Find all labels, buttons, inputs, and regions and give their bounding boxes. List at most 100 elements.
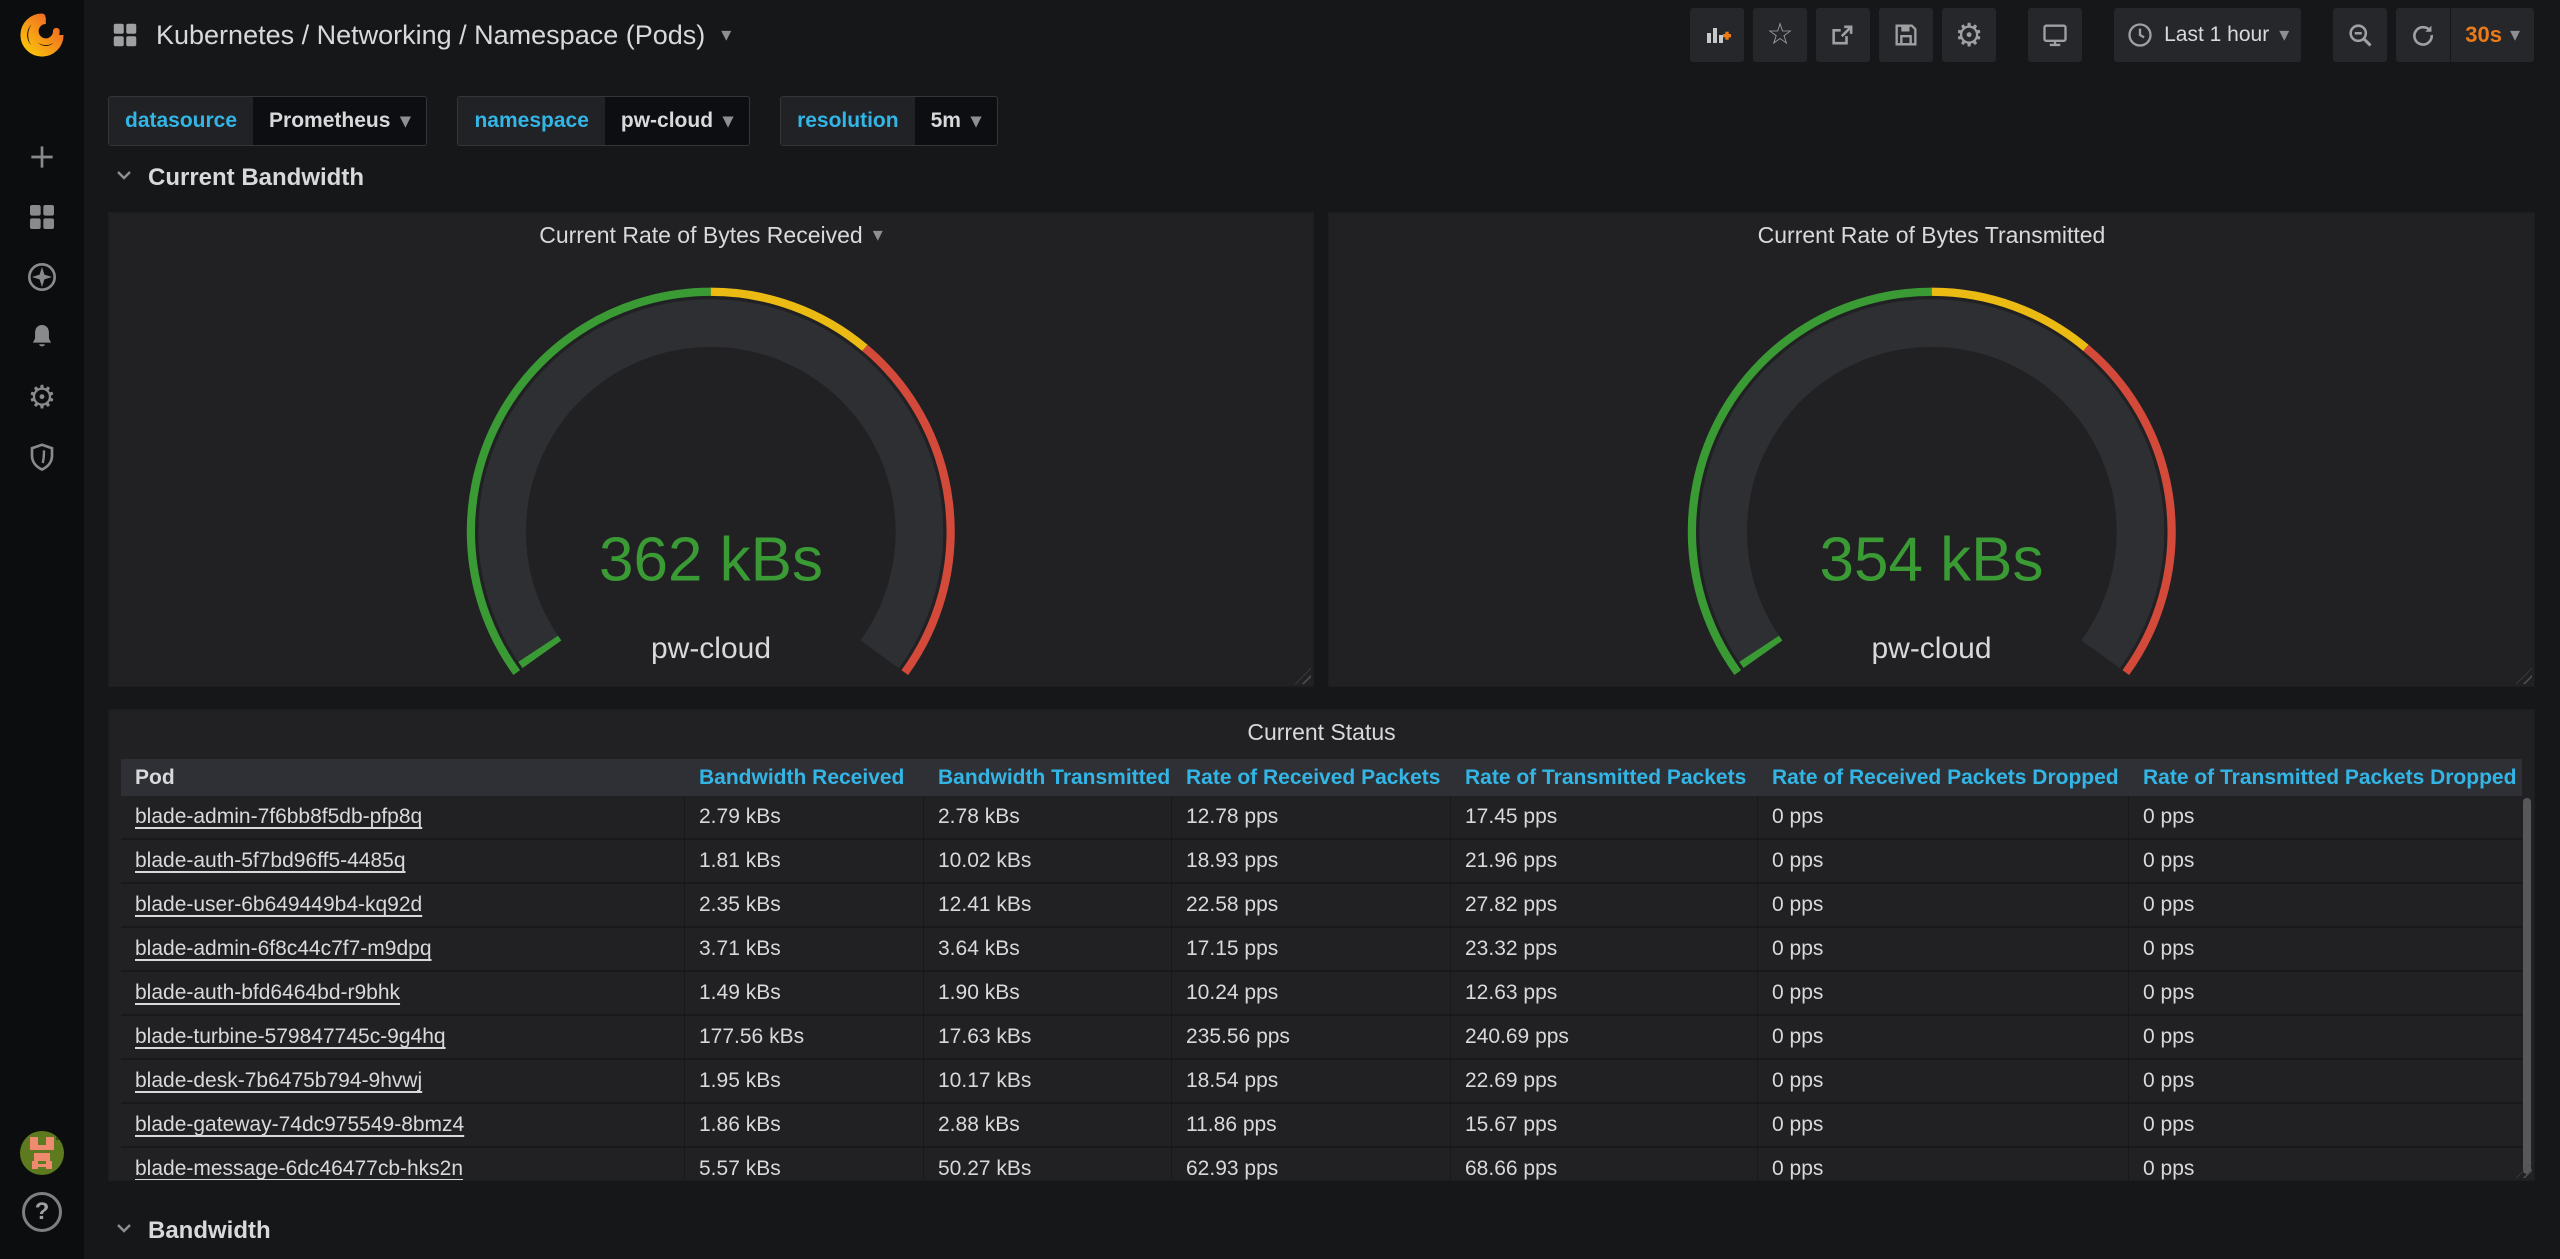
cell-bandwidth-transmitted: 2.78 kBs (924, 796, 1172, 838)
pod-link[interactable]: blade-admin-7f6bb8f5db-pfp8q (135, 805, 422, 829)
table-body: blade-admin-7f6bb8f5db-pfp8q 2.79 kBs 2.… (121, 796, 2522, 1180)
cell-bandwidth-received: 2.79 kBs (685, 796, 924, 838)
panel-bytes-received: Current Rate of Bytes Received ▾ 362 kBs… (108, 212, 1314, 687)
add-panel-button[interactable] (1690, 8, 1744, 62)
refresh-now-button[interactable] (2396, 8, 2450, 62)
cell-rate-received-packets: 11.86 pps (1172, 1104, 1451, 1146)
cell-bandwidth-transmitted: 17.63 kBs (924, 1016, 1172, 1058)
gauge-arc (1584, 257, 2280, 678)
cell-rate-transmitted-packets: 15.67 pps (1451, 1104, 1758, 1146)
cell-rate-transmitted-dropped: 0 pps (2129, 928, 2522, 970)
pod-link[interactable]: blade-auth-bfd6464bd-r9bhk (135, 981, 400, 1005)
pod-link[interactable]: blade-message-6dc46477cb-hks2n (135, 1157, 463, 1180)
cell-bandwidth-transmitted: 3.64 kBs (924, 928, 1172, 970)
variable-resolution-dropdown[interactable]: 5m ▾ (915, 97, 997, 145)
cell-rate-transmitted-packets: 12.63 pps (1451, 972, 1758, 1014)
template-variables: datasource Prometheus ▾ namespace pw-clo… (108, 96, 998, 146)
dashboard-title-button[interactable]: Kubernetes / Networking / Namespace (Pod… (110, 20, 731, 51)
cell-rate-transmitted-dropped: 0 pps (2129, 884, 2522, 926)
pod-link[interactable]: blade-gateway-74dc975549-8bmz4 (135, 1113, 464, 1137)
table-row: blade-gateway-74dc975549-8bmz4 1.86 kBs … (121, 1104, 2522, 1148)
variable-namespace-dropdown[interactable]: pw-cloud ▾ (605, 97, 749, 145)
gauge-value: 354 kBs (1329, 525, 2534, 596)
grafana-logo[interactable] (0, 0, 84, 70)
column-header-rate-transmitted-dropped[interactable]: Rate of Transmitted Packets Dropped (2129, 766, 2522, 790)
gear-icon: ⚙ (1955, 19, 1984, 51)
cell-bandwidth-transmitted: 10.02 kBs (924, 840, 1172, 882)
sidebar-item-configuration-gear-icon[interactable]: ⚙ (25, 380, 59, 414)
row-title: Bandwidth (148, 1217, 271, 1245)
navbar-actions: ☆ ⚙ Last 1 hour ▾ 30s (1681, 8, 2534, 62)
user-avatar[interactable] (20, 1131, 64, 1175)
cell-bandwidth-transmitted: 10.17 kBs (924, 1060, 1172, 1102)
sidebar-item-explore-compass-icon[interactable] (25, 260, 59, 294)
cell-rate-transmitted-packets: 68.66 pps (1451, 1148, 1758, 1180)
share-dashboard-button[interactable] (1816, 8, 1870, 62)
gauge-arc (363, 257, 1059, 678)
pod-link[interactable]: blade-turbine-579847745c-9g4hq (135, 1025, 446, 1049)
cell-rate-received-packets: 10.24 pps (1172, 972, 1451, 1014)
sidebar-item-alerting-bell-icon[interactable] (25, 320, 59, 354)
pod-link[interactable]: blade-auth-5f7bd96ff5-4485q (135, 849, 406, 873)
table-row: blade-auth-5f7bd96ff5-4485q 1.81 kBs 10.… (121, 840, 2522, 884)
refresh-icon (2410, 22, 2436, 48)
help-button[interactable]: ? (22, 1192, 62, 1232)
column-header-bandwidth-received[interactable]: Bandwidth Received (685, 766, 924, 790)
sidebar-item-dashboards-icon[interactable] (25, 200, 59, 234)
table-scrollbar-thumb[interactable] (2523, 798, 2531, 1174)
dashboard-settings-button[interactable]: ⚙ (1942, 8, 1996, 62)
column-header-rate-transmitted-packets[interactable]: Rate of Transmitted Packets (1451, 766, 1758, 790)
column-header-rate-received-dropped[interactable]: Rate of Received Packets Dropped (1758, 766, 2129, 790)
cell-rate-received-dropped: 0 pps (1758, 1148, 2129, 1180)
pod-link[interactable]: blade-desk-7b6475b794-9hvwj (135, 1069, 422, 1093)
pod-link[interactable]: blade-admin-6f8c44c7f7-m9dpq (135, 937, 432, 961)
cell-bandwidth-received: 2.35 kBs (685, 884, 924, 926)
sidebar-item-create-plus-icon[interactable] (25, 140, 59, 174)
cell-rate-transmitted-packets: 22.69 pps (1451, 1060, 1758, 1102)
cell-rate-transmitted-packets: 27.82 pps (1451, 884, 1758, 926)
cell-rate-transmitted-dropped: 0 pps (2129, 1104, 2522, 1146)
refresh-caret-icon: ▾ (2510, 25, 2520, 45)
table-row: blade-auth-bfd6464bd-r9bhk 1.49 kBs 1.90… (121, 972, 2522, 1016)
chevron-down-icon: ▾ (971, 111, 981, 131)
time-range-picker[interactable]: Last 1 hour ▾ (2114, 8, 2301, 62)
cell-rate-transmitted-packets: 23.32 pps (1451, 928, 1758, 970)
column-header-pod[interactable]: Pod (121, 766, 685, 790)
chevron-down-icon (112, 163, 136, 192)
cell-rate-received-packets: 12.78 pps (1172, 796, 1451, 838)
tv-monitor-icon (2041, 21, 2069, 49)
panel-menu-bytes-received[interactable]: Current Rate of Bytes Received ▾ (109, 213, 1313, 257)
cell-rate-transmitted-dropped: 0 pps (2129, 972, 2522, 1014)
pod-link[interactable]: blade-user-6b649449b4-kq92d (135, 893, 422, 917)
panel-menu-current-status[interactable]: Current Status (109, 710, 2534, 754)
save-dashboard-button[interactable] (1879, 8, 1933, 62)
avatar-pixel-image (20, 1131, 64, 1175)
variable-datasource-dropdown[interactable]: Prometheus ▾ (253, 97, 426, 145)
row-title: Current Bandwidth (148, 164, 364, 192)
time-range-caret-icon: ▾ (2279, 25, 2289, 45)
save-floppy-icon (1892, 21, 1920, 49)
zoom-out-time-button[interactable] (2333, 8, 2387, 62)
cell-rate-transmitted-packets: 240.69 pps (1451, 1016, 1758, 1058)
variable-datasource-value: Prometheus (269, 109, 390, 133)
panel-menu-bytes-transmitted[interactable]: Current Rate of Bytes Transmitted (1329, 213, 2534, 257)
cycle-view-mode-button[interactable] (2028, 8, 2082, 62)
table-row: blade-desk-7b6475b794-9hvwj 1.95 kBs 10.… (121, 1060, 2522, 1104)
page-title: Kubernetes / Networking / Namespace (Pod… (156, 20, 705, 51)
row-toggle-current-bandwidth[interactable]: Current Bandwidth (112, 163, 364, 192)
title-caret-icon: ▾ (721, 25, 731, 45)
chevron-down-icon: ▾ (723, 111, 733, 131)
sidebar-item-admin-shield-icon[interactable] (25, 440, 59, 474)
variable-namespace-value: pw-cloud (621, 109, 713, 133)
chevron-down-icon: ▾ (400, 111, 410, 131)
star-dashboard-button[interactable]: ☆ (1753, 8, 1807, 62)
cell-rate-received-packets: 17.15 pps (1172, 928, 1451, 970)
gauge-value: 362 kBs (109, 525, 1313, 596)
cell-bandwidth-received: 1.86 kBs (685, 1104, 924, 1146)
chevron-down-icon (112, 1216, 136, 1245)
refresh-interval-dropdown[interactable]: 30s ▾ (2450, 8, 2534, 62)
column-header-rate-received-packets[interactable]: Rate of Received Packets (1172, 766, 1451, 790)
table-header-row: Pod Bandwidth Received Bandwidth Transmi… (121, 759, 2522, 796)
row-toggle-bandwidth[interactable]: Bandwidth (112, 1216, 271, 1245)
column-header-bandwidth-transmitted[interactable]: Bandwidth Transmitted (924, 766, 1172, 790)
